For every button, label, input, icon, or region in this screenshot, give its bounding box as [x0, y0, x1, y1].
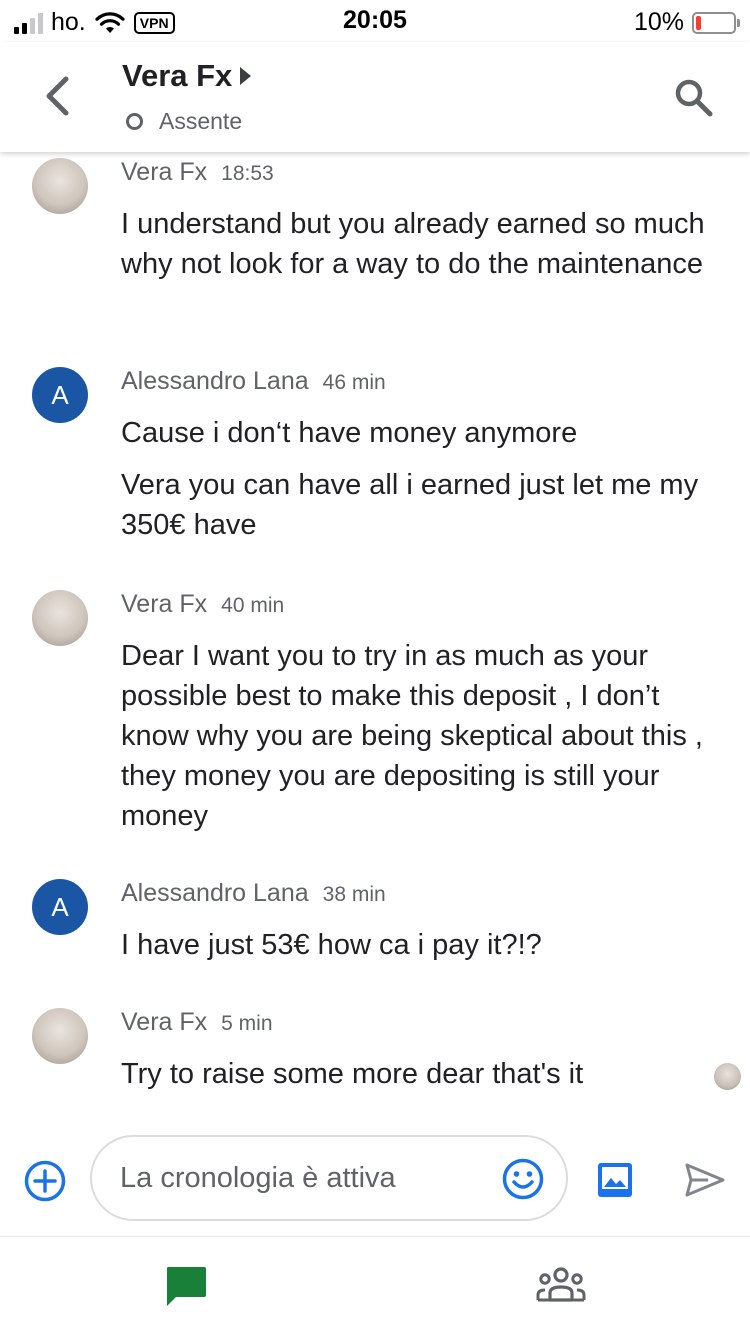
contact-name: Vera Fx — [122, 58, 233, 93]
message-input-container — [90, 1135, 568, 1221]
sender-name: Vera Fx — [121, 590, 208, 618]
bottom-navigation — [0, 1237, 750, 1334]
add-circle-icon[interactable] — [24, 1160, 66, 1202]
message-time: 46 min — [322, 371, 386, 394]
chat-icon[interactable] — [164, 1265, 208, 1307]
sender-name: Vera Fx — [121, 1008, 208, 1036]
presence-status: Assente — [122, 108, 251, 135]
search-icon[interactable] — [674, 78, 714, 118]
message-time: 40 min — [221, 594, 285, 617]
sender-name: Alessandro Lana — [121, 879, 309, 907]
conversation-title[interactable]: Vera Fx Assente — [122, 58, 252, 135]
message-meta: Vera Fx 40 min — [121, 590, 284, 619]
battery-icon — [692, 11, 740, 34]
message-text: Dear I want you to try in as much as you… — [121, 640, 703, 832]
avatar[interactable] — [32, 158, 88, 214]
sender-name: Alessandro Lana — [121, 367, 309, 395]
status-bar: ho. VPN 20:05 10% — [0, 0, 750, 42]
avatar[interactable]: A — [32, 879, 88, 935]
message-input[interactable] — [118, 1157, 492, 1199]
presence-ring-icon — [126, 113, 143, 130]
message-time: 38 min — [322, 883, 386, 906]
people-icon[interactable] — [536, 1267, 586, 1303]
message-text: I have just 53€ how ca i pay it?!? — [121, 929, 542, 961]
battery-percent: 10% — [633, 8, 684, 36]
message-text: Cause i don‘t have money anymore — [121, 417, 578, 449]
image-icon[interactable] — [596, 1161, 634, 1199]
message-meta: Alessandro Lana 38 min — [121, 879, 386, 908]
avatar[interactable] — [32, 1008, 88, 1064]
message-body: Try to raise some more dear that's it — [121, 1054, 711, 1106]
message-body: Dear I want you to try in as much as you… — [121, 636, 711, 848]
message-time: 5 min — [221, 1012, 273, 1035]
message-body: Cause i don‘t have money anymore Vera yo… — [121, 413, 711, 557]
avatar[interactable] — [32, 590, 88, 646]
message-text: Vera you can have all i earned just let … — [121, 469, 699, 541]
message-text: Try to raise some more dear that's it — [121, 1058, 584, 1090]
sender-name: Vera Fx — [121, 158, 208, 186]
message-meta: Vera Fx 18:53 — [121, 158, 274, 187]
message-meta: Vera Fx 5 min — [121, 1008, 273, 1037]
chat-header: Vera Fx Assente — [0, 42, 750, 152]
message-body: I understand but you already earned so m… — [121, 204, 711, 296]
composer — [0, 1128, 750, 1228]
message-body: I have just 53€ how ca i pay it?!? — [121, 925, 711, 977]
avatar[interactable]: A — [32, 367, 88, 423]
emoji-icon[interactable] — [502, 1158, 544, 1200]
expand-triangle-icon — [240, 67, 252, 85]
presence-label: Assente — [159, 108, 243, 134]
message-meta: Alessandro Lana 46 min — [121, 367, 386, 396]
read-receipt-avatar — [714, 1063, 741, 1090]
message-time: 18:53 — [221, 162, 274, 185]
back-icon[interactable] — [38, 74, 78, 118]
message-text: I understand but you already earned so m… — [121, 208, 705, 280]
send-icon[interactable] — [684, 1162, 726, 1198]
